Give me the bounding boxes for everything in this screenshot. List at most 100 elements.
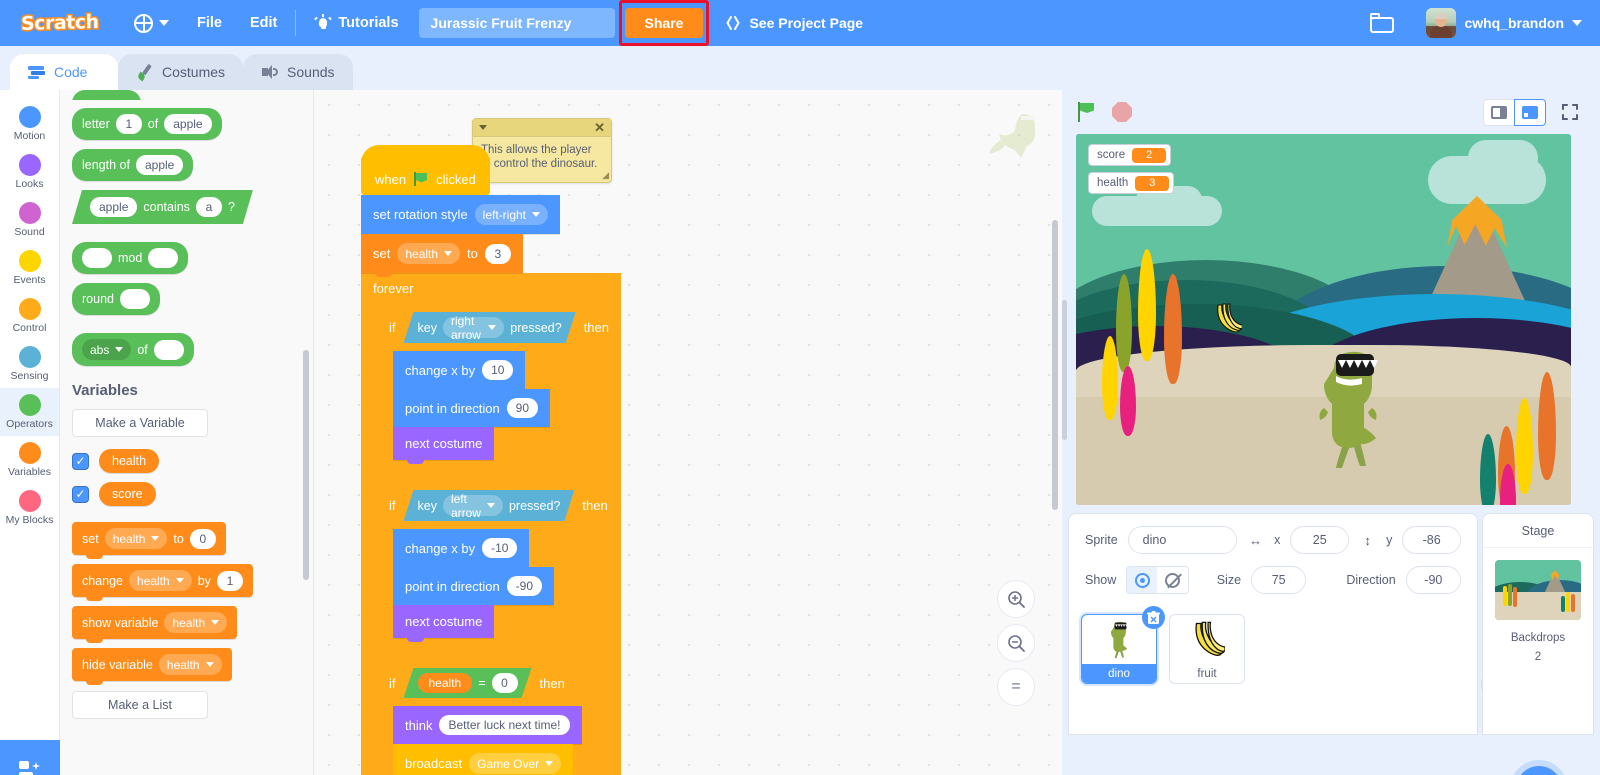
palette-block-mod[interactable]: mod — [72, 242, 189, 274]
health-variable-reporter[interactable]: health — [418, 673, 473, 693]
variable-score-pill[interactable]: score — [99, 482, 156, 506]
block-equals-operator[interactable]: health = 0 — [404, 668, 532, 698]
think-text-input[interactable]: Better luck next time! — [439, 715, 570, 735]
block-palette[interactable]: letter 1 of apple length of apple apple … — [60, 90, 313, 775]
letter-index-input[interactable]: 1 — [115, 114, 142, 134]
block-next-costume-left[interactable]: next costume — [393, 605, 495, 642]
stage[interactable]: score 2 health 3 — [1076, 134, 1571, 505]
palette-block-show-variable[interactable]: show variable health — [72, 606, 238, 643]
make-a-variable-button[interactable]: Make a Variable — [72, 409, 208, 437]
sidebar-item-motion[interactable]: Motion — [0, 100, 59, 148]
change-variable-dropdown[interactable]: health — [129, 570, 192, 591]
broadcast-dropdown[interactable]: Game Over — [469, 753, 562, 774]
sprite-card-dino[interactable]: dino — [1081, 606, 1165, 684]
scratch-logo[interactable]: Scratch — [12, 8, 108, 38]
zoom-out-button[interactable] — [997, 624, 1035, 662]
stage-selector-panel[interactable]: Stage Backdrops 2 — [1482, 513, 1594, 775]
palette-block-set-variable[interactable]: set health to 0 — [72, 522, 226, 559]
green-flag-button[interactable] — [1076, 101, 1098, 123]
block-key-left-pressed[interactable]: key left arrow pressed? — [404, 490, 575, 521]
sprite-card-fruit[interactable]: fruit — [1169, 614, 1245, 684]
tab-sounds[interactable]: Sounds — [243, 54, 353, 90]
sprite-fruit-on-stage[interactable] — [1212, 302, 1242, 336]
mod-right-input[interactable] — [148, 248, 179, 268]
block-key-right-pressed[interactable]: key right arrow pressed? — [404, 312, 576, 343]
mod-left-input[interactable] — [82, 248, 112, 268]
palette-block-mathop[interactable]: abs of — [72, 333, 194, 366]
block-next-costume-right[interactable]: next costume — [393, 427, 495, 464]
edit-menu[interactable]: Edit — [236, 0, 291, 46]
palette-block-contains[interactable]: apple contains a ? — [72, 190, 253, 224]
point-direction-value[interactable]: -90 — [506, 576, 543, 596]
equals-right-value[interactable]: 0 — [492, 673, 518, 693]
share-button[interactable]: Share — [624, 8, 704, 38]
block-forever[interactable]: forever if key right arrow pressed? then… — [361, 273, 621, 775]
sidebar-item-events[interactable]: Events — [0, 244, 59, 292]
block-if-right-arrow[interactable]: if key right arrow pressed? then change … — [377, 304, 621, 476]
set-health-dropdown[interactable]: health — [397, 243, 461, 264]
small-stage-button[interactable] — [1483, 98, 1515, 126]
fullscreen-button[interactable] — [1554, 99, 1586, 126]
script-stack[interactable]: when clicked set rotation style left-rig… — [361, 145, 621, 775]
letter-text-input[interactable]: apple — [164, 114, 212, 134]
palette-block-join-partial[interactable] — [72, 90, 141, 100]
y-input[interactable]: -86 — [1402, 526, 1461, 554]
size-input[interactable]: 75 — [1251, 566, 1307, 594]
block-change-x-by-minus10[interactable]: change x by -10 — [393, 529, 530, 571]
change-value-input[interactable]: 1 — [216, 570, 243, 591]
language-selector[interactable] — [120, 0, 183, 46]
zoom-in-button[interactable] — [997, 580, 1035, 618]
contains-text-input[interactable]: apple — [90, 197, 137, 217]
block-point-in-direction-90[interactable]: point in direction 90 — [393, 389, 551, 431]
block-change-x-by-10[interactable]: change x by 10 — [393, 351, 526, 393]
point-direction-value[interactable]: 90 — [506, 398, 539, 418]
mathop-input[interactable] — [153, 339, 184, 360]
script-canvas[interactable]: ✕ This allows the player to control the … — [313, 90, 1062, 775]
block-set-health[interactable]: set health to 3 — [361, 234, 523, 277]
sidebar-item-sensing[interactable]: Sensing — [0, 340, 59, 388]
palette-block-round[interactable]: round — [72, 283, 160, 315]
make-a-list-button[interactable]: Make a List — [72, 691, 208, 719]
monitor-score[interactable]: score 2 — [1088, 144, 1172, 166]
sprite-name-input[interactable]: dino — [1127, 526, 1238, 554]
block-set-rotation-style[interactable]: set rotation style left-right — [361, 195, 561, 238]
set-variable-dropdown[interactable]: health — [104, 528, 168, 549]
key-right-dropdown[interactable]: right arrow — [443, 317, 504, 338]
length-text-input[interactable]: apple — [135, 155, 184, 175]
change-x-value[interactable]: 10 — [482, 360, 514, 380]
my-stuff-button[interactable] — [1356, 0, 1408, 46]
add-extension-button[interactable] — [0, 740, 60, 775]
block-point-in-direction-minus90[interactable]: point in direction -90 — [393, 567, 555, 609]
variable-health-pill[interactable]: health — [99, 449, 160, 473]
mathop-dropdown[interactable]: abs — [82, 339, 132, 360]
hide-variable-dropdown[interactable]: health — [158, 654, 222, 675]
see-project-page-button[interactable]: See Project Page — [725, 15, 863, 31]
stop-button[interactable] — [1112, 102, 1132, 122]
tab-costumes[interactable]: Costumes — [118, 54, 244, 90]
project-title-input[interactable]: Jurassic Fruit Frenzy — [418, 8, 615, 38]
palette-block-change-variable[interactable]: change health by 1 — [72, 564, 253, 601]
file-menu[interactable]: File — [183, 0, 236, 46]
change-x-value[interactable]: -10 — [482, 538, 518, 558]
caret-down-icon[interactable] — [479, 125, 487, 130]
block-think[interactable]: think Better luck next time! — [393, 706, 582, 748]
variable-health-checkbox[interactable] — [72, 452, 89, 470]
close-icon[interactable]: ✕ — [594, 120, 605, 136]
block-if-health-zero[interactable]: if health = 0 then think Better luck nex… — [377, 660, 582, 775]
palette-block-hide-variable[interactable]: hide variable health — [72, 648, 232, 685]
contains-sub-input[interactable]: a — [196, 197, 222, 217]
monitor-health[interactable]: health 3 — [1088, 172, 1175, 194]
palette-scrollbar[interactable] — [303, 350, 309, 580]
palette-block-letter-of[interactable]: letter 1 of apple — [72, 108, 222, 140]
canvas-vertical-scrollbar[interactable] — [1052, 220, 1058, 510]
zoom-reset-button[interactable]: = — [997, 668, 1035, 706]
large-stage-button[interactable] — [1514, 98, 1546, 126]
block-if-left-arrow[interactable]: if key left arrow pressed? then change x… — [377, 482, 613, 654]
account-menu[interactable]: cwhq_brandon — [1426, 8, 1582, 38]
key-left-dropdown[interactable]: left arrow — [443, 495, 503, 516]
rotation-style-dropdown[interactable]: left-right — [474, 204, 549, 225]
sidebar-item-sound[interactable]: Sound — [0, 196, 59, 244]
tab-code[interactable]: Code — [10, 54, 118, 90]
direction-input[interactable]: -90 — [1405, 566, 1461, 594]
choose-backdrop-button[interactable] — [1516, 766, 1562, 775]
